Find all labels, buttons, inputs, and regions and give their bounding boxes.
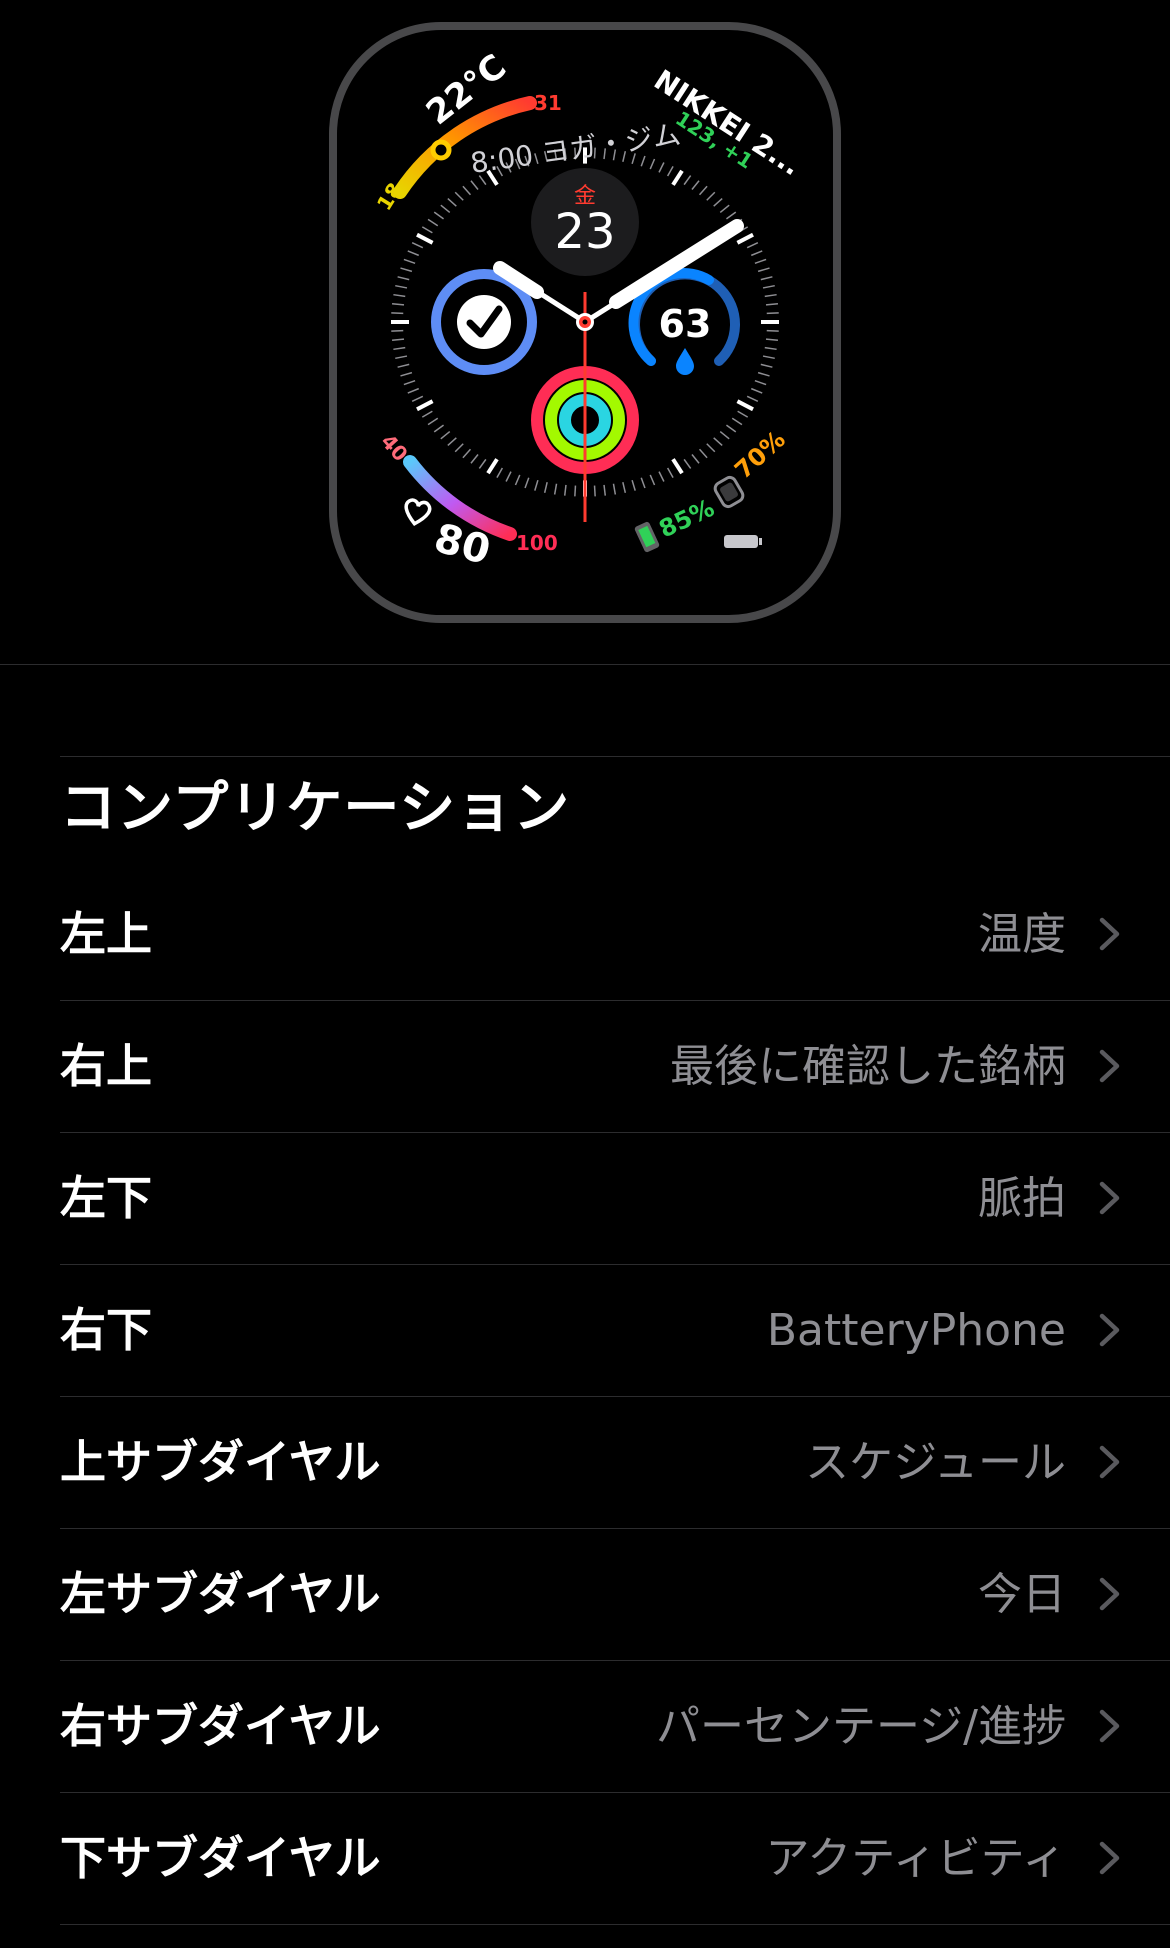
- complication-row-bottom-subdial[interactable]: 下サブダイヤル アクティビティ: [60, 1793, 1170, 1925]
- chevron-right-icon: [1099, 1709, 1120, 1743]
- row-value: パーセンテージ/進捗: [656, 1701, 1066, 1752]
- chevron-right-icon: [1099, 1313, 1120, 1347]
- row-value: BatteryPhone: [766, 1305, 1066, 1356]
- row-value: 温度: [978, 909, 1066, 960]
- complication-row-bottom-right[interactable]: 右下 BatteryPhone: [60, 1265, 1170, 1397]
- row-value: アクティビティ: [765, 1833, 1066, 1884]
- complication-row-top-left[interactable]: 左上 温度: [60, 869, 1170, 1001]
- chevron-right-icon: [1099, 1841, 1120, 1875]
- complication-row-left-subdial[interactable]: 左サブダイヤル 今日: [60, 1529, 1170, 1661]
- row-label: 上サブダイヤル: [60, 1435, 381, 1489]
- humidity-value: 63: [659, 302, 712, 346]
- today-subdial-bg: [457, 295, 511, 349]
- row-value: スケジュール: [805, 1437, 1066, 1488]
- row-label: 右下: [60, 1303, 152, 1357]
- preview-divider: [0, 664, 1170, 665]
- row-value: 最後に確認した銘柄: [670, 1041, 1066, 1092]
- heart-max: 100: [516, 531, 558, 555]
- chevron-right-icon: [1099, 1577, 1120, 1611]
- chevron-right-icon: [1099, 1181, 1120, 1215]
- row-value: 脈拍: [978, 1173, 1066, 1224]
- complication-list: 左上 温度右上 最後に確認した銘柄左下 脈拍右下 BatteryPhone 上サブダイヤル…: [60, 869, 1170, 1925]
- row-label: 右上: [60, 1039, 152, 1093]
- temperature-indicator: [430, 139, 452, 161]
- watch-face-preview: 22°C 18 31 8:00 ヨガ・ジム NIKKEI 2... 123, +…: [0, 0, 1170, 664]
- section-title: コンプリケーション: [60, 776, 571, 841]
- complications-section: コンプリケーション 左上 温度右上 最後に確認した銘柄左下 脈拍右下 BatteryPh…: [60, 756, 1170, 1925]
- temperature-max: 31: [534, 91, 562, 115]
- chevron-right-icon: [1099, 1445, 1120, 1479]
- row-label: 左下: [60, 1171, 152, 1225]
- row-value: 今日: [978, 1569, 1066, 1620]
- chevron-right-icon: [1099, 917, 1120, 951]
- complication-row-bottom-left[interactable]: 左下 脈拍: [60, 1133, 1170, 1265]
- row-label: 左上: [60, 907, 152, 961]
- row-label: 下サブダイヤル: [60, 1831, 381, 1885]
- row-label: 右サブダイヤル: [60, 1699, 381, 1753]
- complication-row-top-subdial[interactable]: 上サブダイヤル スケジュール: [60, 1397, 1170, 1529]
- row-label: 左サブダイヤル: [60, 1567, 381, 1621]
- complication-row-top-right[interactable]: 右上 最後に確認した銘柄: [60, 1001, 1170, 1133]
- complication-row-right-subdial[interactable]: 右サブダイヤル パーセンテージ/進捗: [60, 1661, 1170, 1793]
- battery-icon: [724, 535, 762, 548]
- chevron-right-icon: [1099, 1049, 1120, 1083]
- date-number: 23: [554, 204, 615, 260]
